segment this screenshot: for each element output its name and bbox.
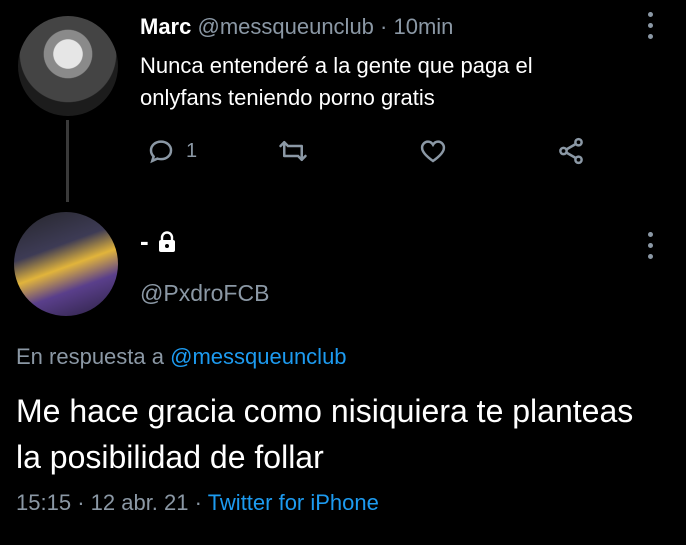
author-name[interactable]: Marc [140,14,191,39]
thread-connector-line [66,120,69,202]
original-tweet-header: Marc @messqueunclub · 10min [140,14,453,40]
share-button[interactable] [556,136,586,166]
tweet-actions: 1 [140,136,600,170]
lock-icon [158,230,175,252]
tweet-date[interactable]: 12 abr. 21 [91,490,189,515]
share-icon [559,137,583,165]
avatar-marc[interactable] [18,16,118,116]
tweet-timestamp[interactable]: 15:15 [16,490,71,515]
tweet-time[interactable]: 10min [394,14,454,39]
reply-more-options-icon[interactable] [648,232,653,259]
reply-author-name[interactable]: - [140,226,149,257]
replying-to: En respuesta a @messqueunclub [16,344,347,370]
meta-separator-2: · [194,490,202,515]
retweet-button[interactable] [278,136,308,166]
meta-separator-1: · [77,490,85,515]
heart-icon [420,140,446,163]
reply-button[interactable]: 1 [146,136,197,166]
like-button[interactable] [418,136,448,166]
replying-to-prefix: En respuesta a [16,344,164,369]
tweet-meta: 15:15 · 12 abr. 21 · Twitter for iPhone [16,490,379,516]
tweet-thread: Marc @messqueunclub · 10min Nunca entend… [0,0,686,545]
tweet-source[interactable]: Twitter for iPhone [208,490,379,515]
avatar-pxdrofcb[interactable] [14,212,118,316]
author-handle[interactable]: @messqueunclub [197,14,373,39]
reply-icon [149,140,173,164]
reply-author-name-row: - [140,226,177,257]
original-tweet-text: Nunca entenderé a la gente que paga el o… [140,53,533,110]
more-options-icon[interactable] [648,12,653,39]
header-separator: · [380,14,388,39]
reply-tweet-text: Me hace gracia como nisiquiera te plante… [16,393,634,475]
replying-to-link[interactable]: @messqueunclub [170,344,346,369]
reply-count: 1 [186,139,198,162]
retweet-icon [279,141,307,161]
reply-author-handle[interactable]: @PxdroFCB [140,280,269,307]
